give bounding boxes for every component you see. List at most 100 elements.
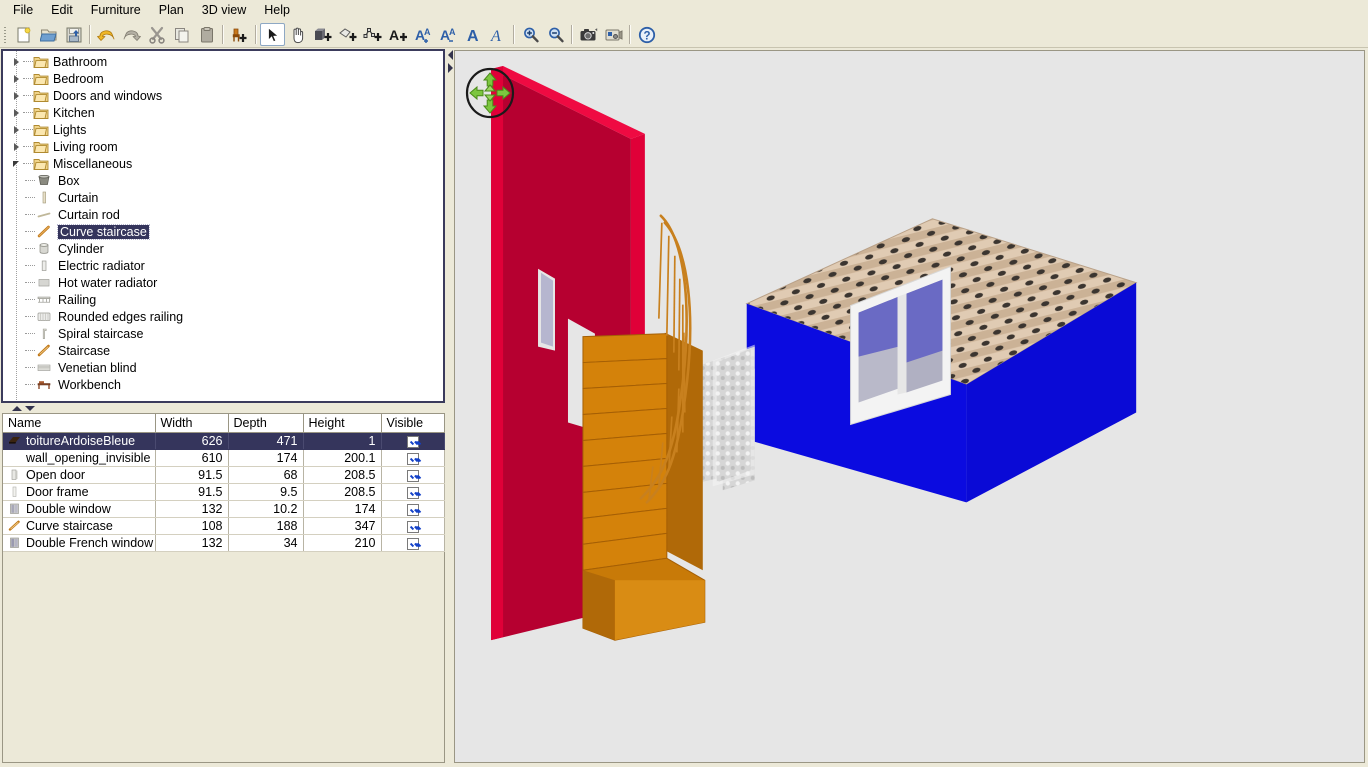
catalog-item-label: Curtain: [58, 190, 99, 205]
table-row[interactable]: wall_opening_invisible 610 174 200.1: [3, 449, 445, 467]
menu-furniture[interactable]: Furniture: [82, 1, 150, 21]
column-header-name[interactable]: Name: [3, 414, 156, 433]
copy-pages-icon[interactable]: [169, 23, 194, 46]
catalog-item-label: Spiral staircase: [58, 326, 144, 341]
tree-category-kitchen[interactable]: Kitchen: [3, 104, 443, 121]
table-row[interactable]: Curve staircase 108 188 347: [3, 517, 445, 535]
video-camera-icon[interactable]: [601, 23, 626, 46]
horizontal-splitter[interactable]: [0, 403, 446, 413]
decrease-text-size-icon[interactable]: AA: [435, 23, 460, 46]
menu-help[interactable]: Help: [255, 1, 299, 21]
increase-text-size-icon[interactable]: AA: [410, 23, 435, 46]
visible-checkbox[interactable]: [406, 537, 419, 550]
venetian-blind-icon: [35, 360, 53, 375]
toolbar-separator: [513, 25, 515, 44]
tree-category-lights[interactable]: Lights: [3, 121, 443, 138]
column-header-visible[interactable]: Visible: [381, 414, 445, 433]
catalog-item-staircase[interactable]: Staircase: [3, 342, 443, 359]
catalog-item-workbench[interactable]: Workbench: [3, 376, 443, 393]
chevron-right-icon[interactable]: [9, 70, 23, 87]
new-document-icon[interactable]: [11, 23, 36, 46]
undo-arrow-icon[interactable]: [94, 23, 119, 46]
furniture-name: toitureArdoiseBleue: [26, 434, 136, 448]
toolbar-grip[interactable]: [2, 25, 9, 45]
visible-checkbox[interactable]: [406, 486, 419, 499]
chevron-right-icon[interactable]: [9, 138, 23, 155]
zoom-in-icon[interactable]: [518, 23, 543, 46]
furniture-width: 132: [155, 534, 229, 552]
menu-plan[interactable]: Plan: [150, 1, 193, 21]
visible-checkbox[interactable]: [406, 469, 419, 482]
bold-text-icon[interactable]: A: [460, 23, 485, 46]
catalog-item-venetian-blind[interactable]: Venetian blind: [3, 359, 443, 376]
create-rooms-icon[interactable]: [335, 23, 360, 46]
catalog-item-label: Rounded edges railing: [58, 309, 184, 324]
catalog-item-cylinder[interactable]: Cylinder: [3, 240, 443, 257]
catalog-item-hot-water-radiator[interactable]: Hot water radiator: [3, 274, 443, 291]
tree-category-miscellaneous[interactable]: Miscellaneous: [3, 155, 443, 172]
splitter-right-arrow-icon[interactable]: [447, 63, 453, 73]
door-frame-icon: [8, 486, 21, 499]
table-row[interactable]: Door frame 91.5 9.5 208.5: [3, 483, 445, 501]
splitter-down-arrow-icon[interactable]: [25, 405, 35, 411]
catalog-item-electric-radiator[interactable]: Electric radiator: [3, 257, 443, 274]
table-row[interactable]: Double window 132 10.2 174: [3, 500, 445, 518]
catalog-item-railing[interactable]: Railing: [3, 291, 443, 308]
catalog-item-spiral-staircase[interactable]: Spiral staircase: [3, 325, 443, 342]
catalog-item-curtain-rod[interactable]: Curtain rod: [3, 206, 443, 223]
vertical-splitter[interactable]: [446, 48, 454, 767]
tree-dash: [23, 95, 33, 96]
tree-dash: [25, 299, 35, 300]
table-row[interactable]: toitureArdoiseBleue 626 471 1: [3, 432, 445, 450]
column-header-width[interactable]: Width: [155, 414, 229, 433]
menu-edit[interactable]: Edit: [42, 1, 82, 21]
chevron-right-icon[interactable]: [9, 87, 23, 104]
splitter-up-arrow-icon[interactable]: [12, 405, 22, 411]
table-row[interactable]: Open door 91.5 68 208.5: [3, 466, 445, 484]
pan-hand-icon[interactable]: [285, 23, 310, 46]
chevron-down-icon[interactable]: [9, 155, 23, 172]
home-3d-view[interactable]: [454, 50, 1365, 763]
visible-checkbox[interactable]: [406, 503, 419, 516]
scissors-cut-icon[interactable]: [144, 23, 169, 46]
navigation-compass-icon[interactable]: [464, 67, 516, 119]
catalog-item-box[interactable]: Box: [3, 172, 443, 189]
menu-3d-view[interactable]: 3D view: [193, 1, 255, 21]
create-walls-icon[interactable]: [310, 23, 335, 46]
tree-category-living-room[interactable]: Living room: [3, 138, 443, 155]
tree-category-doors-and-windows[interactable]: Doors and windows: [3, 87, 443, 104]
splitter-left-arrow-icon[interactable]: [447, 50, 453, 60]
create-polyline-icon[interactable]: [360, 23, 385, 46]
zoom-out-icon[interactable]: [543, 23, 568, 46]
open-folder-icon[interactable]: [36, 23, 61, 46]
column-header-depth[interactable]: Depth: [228, 414, 304, 433]
menu-file[interactable]: File: [4, 1, 42, 21]
help-question-icon[interactable]: ?: [634, 23, 659, 46]
catalog-item-curve-staircase[interactable]: Curve staircase: [3, 223, 443, 240]
tree-category-bedroom[interactable]: Bedroom: [3, 70, 443, 87]
photo-camera-icon[interactable]: [576, 23, 601, 46]
chevron-right-icon[interactable]: [9, 121, 23, 138]
visible-checkbox[interactable]: [406, 520, 419, 533]
save-disk-icon[interactable]: [61, 23, 86, 46]
column-header-height[interactable]: Height: [303, 414, 382, 433]
tree-category-bathroom[interactable]: Bathroom: [3, 53, 443, 70]
visible-checkbox[interactable]: [406, 452, 419, 465]
select-arrow-icon[interactable]: [260, 23, 285, 46]
furniture-catalog-tree[interactable]: Bathroom Bedroom Doors and windows Kitch…: [1, 49, 445, 403]
table-row[interactable]: Double French window 132 34 210: [3, 534, 445, 552]
catalog-item-curtain[interactable]: Curtain: [3, 189, 443, 206]
paste-clipboard-icon[interactable]: [194, 23, 219, 46]
furniture-table-container[interactable]: Name Width Depth Height Visible toitureA…: [2, 413, 445, 763]
add-text-icon[interactable]: A: [385, 23, 410, 46]
italic-text-icon[interactable]: A: [485, 23, 510, 46]
redo-arrow-icon[interactable]: [119, 23, 144, 46]
chevron-right-icon[interactable]: [9, 53, 23, 70]
tree-dash: [25, 350, 35, 351]
catalog-item-rounded-edges-railing[interactable]: Rounded edges railing: [3, 308, 443, 325]
chevron-right-icon[interactable]: [9, 104, 23, 121]
visible-checkbox[interactable]: [406, 435, 419, 448]
catalog-item-label: Electric radiator: [58, 258, 145, 273]
furniture-table[interactable]: Name Width Depth Height Visible toitureA…: [3, 414, 445, 552]
add-furniture-icon[interactable]: [227, 23, 252, 46]
